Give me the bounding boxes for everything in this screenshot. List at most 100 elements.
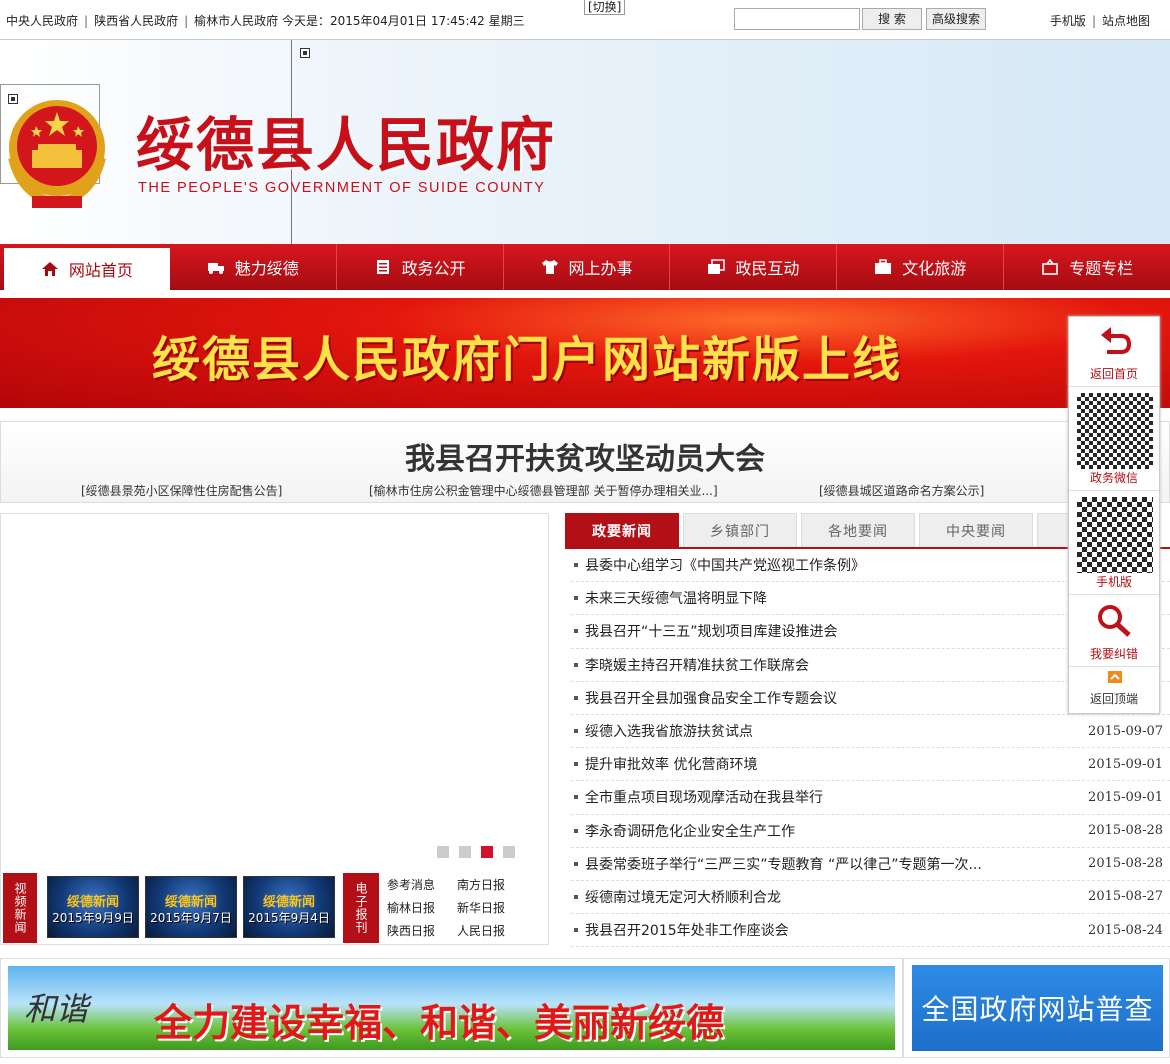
nav-label: 政务公开 <box>401 259 466 278</box>
news-row[interactable]: 绥德南过境无定河大桥顺利合龙 2015-08-27 <box>571 881 1170 915</box>
video-title: 绥德新闻 <box>164 895 217 910</box>
news-date: 2015-08-24 <box>1088 922 1163 938</box>
wechat-qr[interactable]: 政务微信 <box>1069 387 1159 491</box>
news-title[interactable]: 李晓媛主持召开精准扶贫工作联席会 <box>585 655 809 675</box>
news-date: 2015-08-27 <box>1088 889 1163 905</box>
advanced-search-button[interactable]: 高级搜索 <box>926 8 986 30</box>
return-arrow-icon <box>1101 327 1131 354</box>
tab-towns[interactable]: 乡镇部门 <box>683 513 797 547</box>
nav-online-service[interactable]: 网上办事 <box>504 244 671 290</box>
news-title[interactable]: 我县召开全县加强食品安全工作专题会议 <box>585 688 837 708</box>
video-thumb[interactable]: 绥德新闻 2015年9月9日 <box>47 876 139 938</box>
link-shaanxi-gov[interactable]: 陕西省人民政府 <box>94 14 178 28</box>
paper-link[interactable]: 南方日报 <box>457 876 527 893</box>
floating-toolbar: 返回首页 政务微信 手机版 我要纠错 返回顶端 <box>1068 316 1160 714</box>
video-thumb[interactable]: 绥德新闻 2015年9月7日 <box>145 876 237 938</box>
image-slider[interactable]: 视频新闻 绥德新闻 2015年9月9日 绥德新闻 2015年9月7日 绥德新闻 … <box>0 513 549 945</box>
video-date: 2015年9月4日 <box>248 911 330 925</box>
nav-culture-tourism[interactable]: 文化旅游 <box>837 244 1005 290</box>
news-row[interactable]: 全市重点项目现场观摩活动在我县举行 2015-09-01 <box>571 781 1170 815</box>
site-title: 绥德县人民政府 <box>136 111 557 179</box>
paper-link[interactable]: 榆林日报 <box>387 899 457 916</box>
news-row[interactable]: 我县召开2015年处非工作座谈会 2015-08-24 <box>571 914 1170 948</box>
switch-button[interactable]: [切换] <box>584 0 626 15</box>
slider-dot[interactable] <box>437 846 449 858</box>
mobile-qr[interactable]: 手机版 <box>1069 491 1159 595</box>
news-title[interactable]: 县委中心组学习《中国共产党巡视工作条例》 <box>585 555 865 575</box>
home-icon <box>41 262 58 276</box>
site-header: 绥德县人民政府 THE PEOPLE'S GOVERNMENT OF SUIDE… <box>0 40 1170 244</box>
news-row[interactable]: 李永奇调研危化企业安全生产工作 2015-08-28 <box>571 815 1170 848</box>
video-date: 2015年9月9日 <box>52 911 134 925</box>
news-title[interactable]: 县委常委班子举行“三严三实”专题教育 “严以律己”专题第一次... <box>585 854 982 874</box>
tab-key-news[interactable]: 政要新闻 <box>565 513 679 547</box>
video-title: 绥德新闻 <box>262 895 315 910</box>
top-right-links: 手机版 | 站点地图 <box>1049 14 1150 28</box>
news-title[interactable]: 全市重点项目现场观摩活动在我县举行 <box>585 787 823 807</box>
bullet-icon <box>574 861 578 866</box>
slider-dot[interactable] <box>503 846 515 858</box>
bullet-icon <box>574 629 578 634</box>
mobile-link[interactable]: 手机版 <box>1050 14 1086 28</box>
paper-link[interactable]: 参考消息 <box>387 876 457 893</box>
e-paper-label: 电子报刊 <box>343 873 379 943</box>
nav-gov-affairs[interactable]: 政务公开 <box>337 244 504 290</box>
news-date: 2015-09-07 <box>1088 723 1163 739</box>
news-title[interactable]: 我县召开“十三五”规划项目库建设推进会 <box>585 621 838 641</box>
collapse-icon[interactable] <box>300 48 310 58</box>
news-row[interactable]: 县委常委班子举行“三严三实”专题教育 “严以律己”专题第一次... 2015-08… <box>571 848 1170 881</box>
link-central-gov[interactable]: 中央人民政府 <box>6 14 78 28</box>
top-bar: 中央人民政府 | 陕西省人民政府 | 榆林市人民政府 今天是：2015年04月01日 1… <box>0 0 1170 40</box>
bullet-icon <box>574 596 578 601</box>
headline-link[interactable]: [榆林市住房公积金管理中心绥德县管理部 关于暂停办理相关业...] <box>369 482 718 499</box>
sitemap-link[interactable]: 站点地图 <box>1102 14 1150 28</box>
news-title[interactable]: 李永奇调研危化企业安全生产工作 <box>585 821 795 841</box>
paper-link[interactable]: 陕西日报 <box>387 922 457 939</box>
news-title[interactable]: 提升审批效率 优化营商环境 <box>585 754 757 774</box>
tab-local-news[interactable]: 各地要闻 <box>801 513 915 547</box>
paper-link[interactable]: 人民日报 <box>457 922 527 939</box>
news-title[interactable]: 我县召开2015年处非工作座谈会 <box>585 920 789 940</box>
slider-dot[interactable] <box>481 846 493 858</box>
promo-banner[interactable]: 绥德县人民政府门户网站新版上线 <box>0 298 1170 408</box>
slider-dots <box>437 846 515 858</box>
truck-icon <box>207 263 224 274</box>
back-home-button[interactable]: 返回首页 <box>1069 317 1159 387</box>
link-yulin-gov[interactable]: 榆林市人民政府 <box>194 14 278 28</box>
top-links: 中央人民政府 | 陕西省人民政府 | 榆林市人民政府 今天是：2015年04月01日 1… <box>6 14 525 28</box>
news-title[interactable]: 绥德入选我省旅游扶贫试点 <box>585 721 753 741</box>
report-error-button[interactable]: 我要纠错 <box>1069 595 1159 667</box>
nav-label: 魅力绥德 <box>234 259 299 278</box>
nav-interaction[interactable]: 政民互动 <box>670 244 838 290</box>
paper-link[interactable]: 新华日报 <box>457 899 527 916</box>
chat-icon <box>708 259 726 274</box>
slogan-banner[interactable]: 和谐 全力建设幸福、和谐、美丽新绥德 <box>0 958 903 1058</box>
news-date: 2015-09-01 <box>1088 789 1163 805</box>
qr-code-icon <box>1077 497 1153 573</box>
nav-label: 政民互动 <box>735 259 800 278</box>
bullet-icon <box>574 729 578 734</box>
bullet-icon <box>574 563 578 568</box>
news-title[interactable]: 未来三天绥德气温将明显下降 <box>585 588 767 608</box>
search-input[interactable] <box>734 8 860 30</box>
headline-title[interactable]: 我县召开扶贫攻坚动员大会 <box>1 434 1169 478</box>
site-title-en: THE PEOPLE'S GOVERNMENT OF SUIDE COUNTY <box>138 180 546 196</box>
headline-link[interactable]: [绥德县景苑小区保障性住房配售公告] <box>81 482 282 499</box>
video-thumb[interactable]: 绥德新闻 2015年9月4日 <box>243 876 335 938</box>
video-news-label: 视频新闻 <box>3 873 37 943</box>
nav-home[interactable]: 网站首页 <box>4 248 170 290</box>
video-date: 2015年9月7日 <box>150 911 232 925</box>
nav-label: 专题专栏 <box>1069 259 1134 278</box>
news-title[interactable]: 绥德南过境无定河大桥顺利合龙 <box>585 887 781 907</box>
news-row[interactable]: 提升审批效率 优化营商环境 2015-09-01 <box>571 748 1170 782</box>
news-date: 2015-08-28 <box>1088 823 1163 839</box>
slider-dot[interactable] <box>459 846 471 858</box>
search-button[interactable]: 搜 索 <box>862 8 922 30</box>
tab-central-news[interactable]: 中央要闻 <box>919 513 1033 547</box>
headline-link[interactable]: [绥德县城区道路命名方案公示] <box>819 482 984 499</box>
gov-site-check-banner[interactable]: 全国政府网站普查 <box>903 958 1170 1058</box>
back-to-top-button[interactable]: 返回顶端 <box>1069 667 1159 711</box>
nav-charm-suide[interactable]: 魅力绥德 <box>170 244 337 290</box>
nav-special-topics[interactable]: 专题专栏 <box>1004 244 1170 290</box>
news-row[interactable]: 绥德入选我省旅游扶贫试点 2015-09-07 <box>571 715 1170 749</box>
